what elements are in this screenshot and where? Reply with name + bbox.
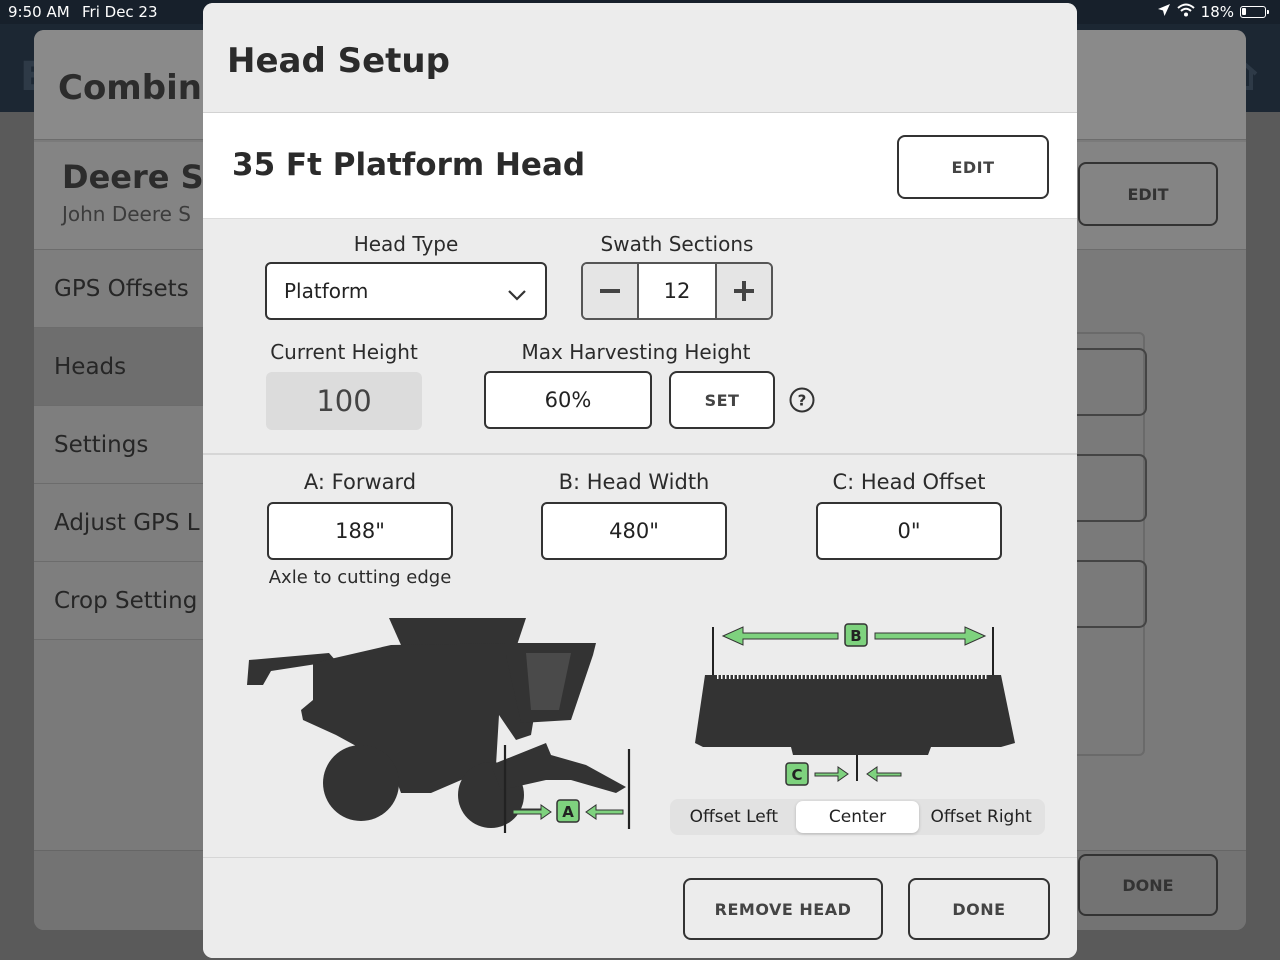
forward-label: A: Forward (303, 470, 417, 494)
forward-hint: Axle to cutting edge (268, 567, 452, 588)
sidebar-item-crop-settings[interactable]: Crop Setting (34, 562, 204, 640)
decrement-button[interactable] (583, 264, 639, 318)
svg-text:?: ? (798, 392, 807, 410)
device-model: John Deere S (62, 202, 191, 226)
increment-button[interactable] (715, 264, 771, 318)
marker-a-label: A (562, 803, 574, 821)
marker-c-label: C (791, 766, 802, 784)
battery-icon (1240, 6, 1269, 18)
sidebar-item-gps-offsets[interactable]: GPS Offsets (34, 250, 204, 328)
sidebar-item-adjust-gps[interactable]: Adjust GPS L (34, 484, 204, 562)
dialog-footer: REMOVE HEAD DONE (203, 857, 1077, 958)
head-name-bar: 35 Ft Platform Head EDIT (203, 113, 1077, 219)
background-done-button[interactable]: DONE (1078, 854, 1218, 916)
head-list-item[interactable] (1077, 560, 1147, 628)
max-harvesting-height-input[interactable]: 60% (484, 371, 652, 429)
swath-sections-value[interactable]: 12 (639, 264, 715, 318)
head-setup-dialog: Head Setup 35 Ft Platform Head EDIT Head… (203, 3, 1077, 958)
head-type-label: Head Type (353, 232, 459, 256)
sidebar-item-heads[interactable]: Heads (34, 328, 204, 406)
max-harvesting-height-label: Max Harvesting Height (521, 340, 751, 364)
section-divider (203, 453, 1077, 455)
help-icon[interactable]: ? (789, 387, 815, 413)
device-edit-button[interactable]: EDIT (1078, 162, 1218, 226)
combine-side-diagram: A (247, 618, 631, 833)
sidebar-item-settings[interactable]: Settings (34, 406, 204, 484)
forward-input[interactable]: 188" (267, 502, 453, 560)
segment-offset-right[interactable]: Offset Right (919, 801, 1043, 833)
battery-percent: 18% (1200, 3, 1234, 21)
head-type-value: Platform (284, 279, 369, 303)
swath-sections-stepper: 12 (581, 262, 773, 320)
minus-icon (600, 289, 620, 293)
head-form: Head Type Platform Swath Sections 12 Cur… (203, 220, 1077, 856)
combine-title: Combine (58, 68, 225, 108)
head-offset-input[interactable]: 0" (816, 502, 1002, 560)
sidebar: GPS Offsets Heads Settings Adjust GPS L … (34, 250, 204, 640)
head-type-select[interactable]: Platform (265, 262, 547, 320)
chevron-down-icon (507, 283, 527, 301)
offset-segmented-control: Offset Left Center Offset Right (670, 799, 1045, 835)
status-date: Fri Dec 23 (82, 3, 158, 21)
device-name: Deere S6 (62, 158, 226, 196)
status-bar: 9:50 AM Fri Dec 23 18% (0, 0, 1280, 24)
header-front-diagram: B C (695, 623, 1015, 786)
wifi-icon (1176, 3, 1195, 21)
segment-offset-left[interactable]: Offset Left (672, 801, 796, 833)
segment-center[interactable]: Center (795, 801, 920, 833)
set-button[interactable]: SET (669, 371, 775, 429)
marker-b-label: B (850, 627, 861, 645)
edit-head-button[interactable]: EDIT (897, 135, 1049, 199)
head-width-label: B: Head Width (558, 470, 710, 494)
done-button[interactable]: DONE (908, 878, 1050, 940)
head-width-input[interactable]: 480" (541, 502, 727, 560)
head-name: 35 Ft Platform Head (232, 147, 586, 183)
current-height-label: Current Height (270, 340, 418, 364)
remove-head-button[interactable]: REMOVE HEAD (683, 878, 883, 940)
status-time: 9:50 AM (8, 3, 70, 21)
swath-sections-label: Swath Sections (600, 232, 754, 256)
location-arrow-icon (1157, 3, 1171, 21)
head-offset-label: C: Head Offset (832, 470, 986, 494)
dialog-title: Head Setup (227, 41, 450, 81)
plus-icon (734, 281, 754, 301)
head-list-item[interactable] (1077, 348, 1147, 416)
head-list-item[interactable] (1077, 454, 1147, 522)
current-height-value: 100 (266, 372, 422, 430)
